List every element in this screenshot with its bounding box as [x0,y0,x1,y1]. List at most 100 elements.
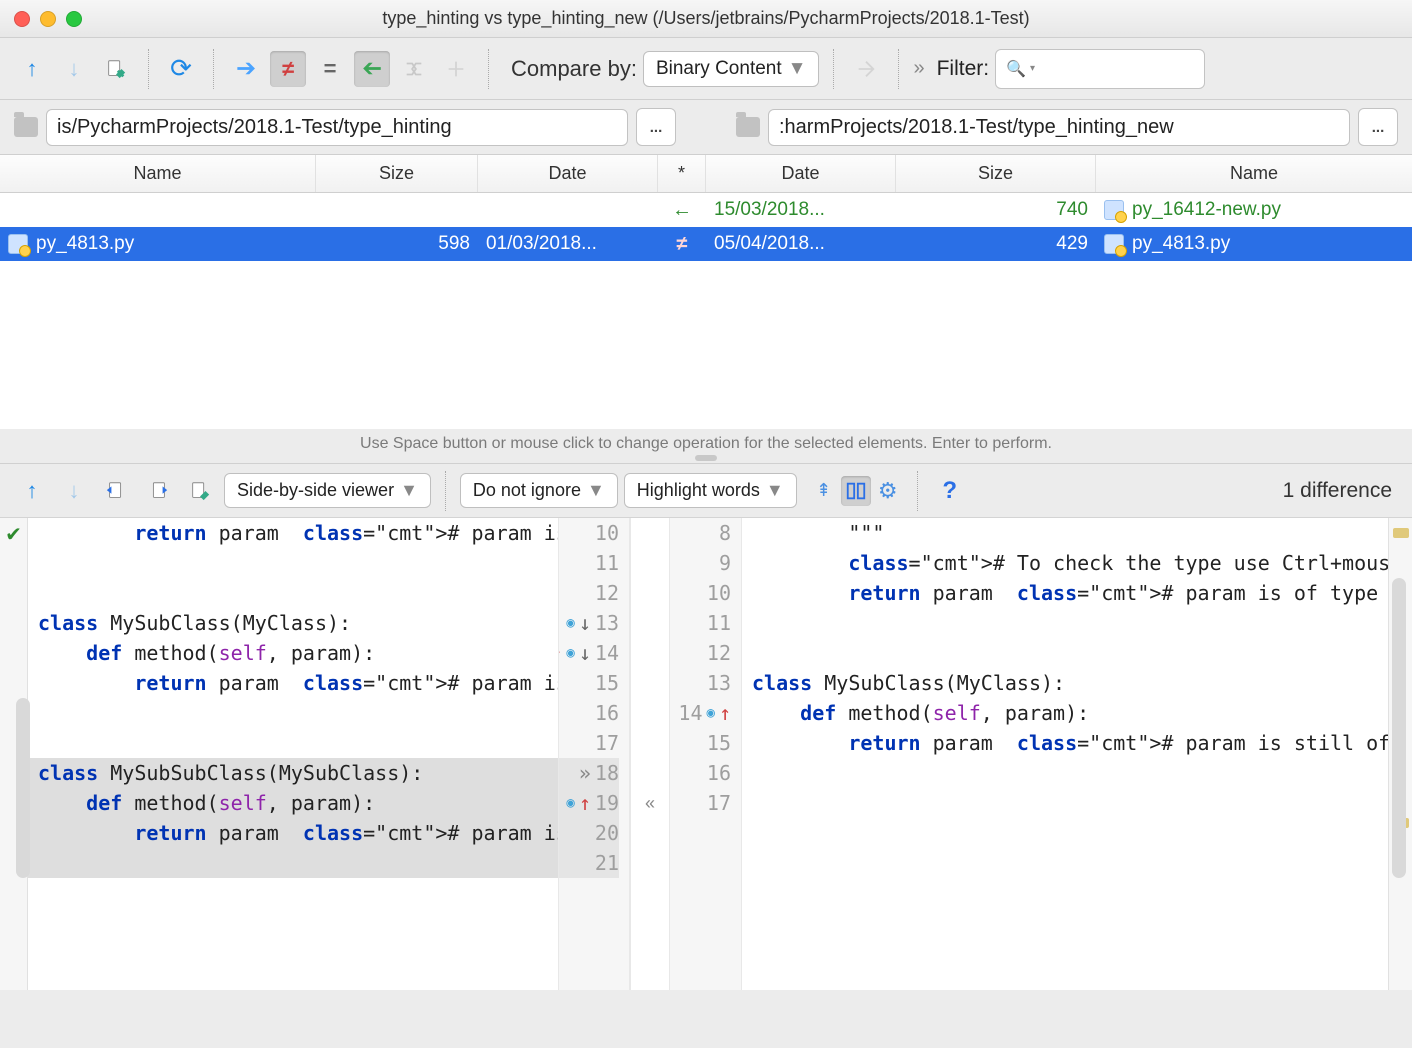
code-line[interactable]: class MySubClass(MyClass): [28,608,558,638]
code-line[interactable] [28,548,558,578]
dropdown-caret-icon: ▼ [788,58,807,80]
cell-name-right: py_16412-new.py [1132,199,1281,221]
merge-icon [403,58,425,80]
code-line[interactable] [742,818,1388,848]
toolbar-separator [488,49,489,89]
highlight-select[interactable]: Highlight words ▼ [624,473,797,508]
jump-source-left-button[interactable] [98,473,134,509]
jump-source-right-button[interactable] [140,473,176,509]
minimize-window-button[interactable] [40,11,56,27]
col-date-left[interactable]: Date [478,155,658,192]
filter-new-right-button[interactable]: ➔ [228,51,264,87]
help-button[interactable]: ? [932,473,968,509]
splitter-handle[interactable] [695,455,717,461]
gutter-line: ◉↓ 13 [559,608,619,638]
edit-diff-button[interactable] [182,473,218,509]
next-difference-button[interactable]: ↓ [56,51,92,87]
filter-label: Filter: [937,57,990,81]
code-line[interactable]: return param class="cmt"># param is stil [28,668,558,698]
toolbar-separator [833,49,834,89]
col-size-right[interactable]: Size [896,155,1096,192]
edit-source-button[interactable] [98,51,134,87]
right-path-input[interactable]: :harmProjects/2018.1-Test/type_hinting_n… [768,109,1350,146]
code-line[interactable]: def method(self, param): [28,788,558,818]
left-path-input[interactable]: is/PycharmProjects/2018.1-Test/type_hint… [46,109,628,146]
filter-different-button[interactable]: ≠ [270,51,306,87]
code-line[interactable]: return param class="cmt"># param is of t… [742,578,1388,608]
col-size-left[interactable]: Size [316,155,478,192]
col-op[interactable]: * [658,155,706,192]
code-line[interactable] [742,638,1388,668]
code-line[interactable]: def method(self, param): [742,698,1388,728]
gutter-line: 10 [670,578,731,608]
compare-by-select[interactable]: Binary Content ▼ [643,51,820,87]
code-line[interactable] [742,788,1388,818]
folder-icon [14,117,38,137]
filter-new-left-button[interactable]: ➔ [354,51,390,87]
collapse-unchanged-button[interactable]: ⇞ [809,476,839,506]
close-window-button[interactable] [14,11,30,27]
toolbar-separator [445,471,446,511]
merge-all-button[interactable] [438,51,474,87]
filter-equal-button[interactable]: = [312,51,348,87]
dropdown-caret-icon: ▼ [766,480,784,501]
stripe-marker[interactable] [1393,528,1409,538]
whitespace-select[interactable]: Do not ignore ▼ [460,473,618,508]
code-line[interactable] [742,608,1388,638]
filter-search-input[interactable]: 🔍 ▾ [995,49,1205,89]
col-name-right[interactable]: Name [1096,155,1412,192]
diff-area: ✔ return param class="cmt"># param is of… [0,518,1412,990]
code-line[interactable] [742,848,1388,878]
gutter-line: ◉↑ ◉↓ 14 [559,638,619,668]
viewer-mode-select[interactable]: Side-by-side viewer ▼ [224,473,431,508]
next-change-button[interactable]: ↓ [56,473,92,509]
op-not-equal-icon[interactable]: ≠ [677,233,688,256]
code-line[interactable] [742,758,1388,788]
code-line[interactable]: def method(self, param): [28,638,558,668]
code-line[interactable]: return param class="cmt"># param is stil [28,818,558,848]
col-date-right[interactable]: Date [706,155,896,192]
folder-icon [736,117,760,137]
code-line[interactable] [28,728,558,758]
code-line[interactable]: class MySubSubClass(MySubClass): [28,758,558,788]
code-line[interactable] [28,698,558,728]
settings-button[interactable]: ⚙ [873,476,903,506]
file-table-header: Name Size Date * Date Size Name [0,155,1412,193]
viewer-mode-value: Side-by-side viewer [237,480,394,501]
gutter-line: 14 ◉↑ [670,698,731,728]
code-line[interactable] [28,578,558,608]
browse-left-button[interactable]: ... [636,108,676,146]
op-arrow-left-icon[interactable]: ← [672,199,692,222]
code-line[interactable]: return param class="cmt"># param is stil… [742,728,1388,758]
prev-change-button[interactable]: ↑ [14,473,50,509]
code-line[interactable]: """ [742,518,1388,548]
zoom-window-button[interactable] [66,11,82,27]
merge-button[interactable] [396,51,432,87]
scrollbar[interactable] [16,698,30,878]
left-code-pane[interactable]: return param class="cmt"># param is of t… [28,518,558,990]
right-line-gutter: 8 9 10 11 12 13 14 ◉↑15 16 17 [670,518,742,990]
code-line[interactable]: class="cmt"># To check the type use Ctrl… [742,548,1388,578]
middle-divider: « [630,518,670,990]
cell-date-right: 05/04/2018... [706,233,896,255]
gutter-line: 8 [670,518,731,548]
hint-bar: Use Space button or mouse click to chang… [0,429,1412,464]
code-line[interactable]: return param class="cmt"># param is of t [28,518,558,548]
not-equal-icon: ≠ [282,56,294,82]
scrollbar[interactable] [1392,578,1406,878]
gutter-line: 12 [559,578,619,608]
code-line[interactable]: class MySubClass(MyClass): [742,668,1388,698]
refresh-button[interactable]: ⟳ [163,51,199,87]
file-row[interactable]: ← 15/03/2018... 740 py_16412-new.py [0,193,1412,227]
file-row[interactable]: py_4813.py 598 01/03/2018... ≠ 05/04/201… [0,227,1412,261]
browse-right-button[interactable]: ... [1358,108,1398,146]
dropdown-caret-icon: ▼ [587,480,605,501]
left-path-cell: is/PycharmProjects/2018.1-Test/type_hint… [14,108,676,146]
code-line[interactable] [28,848,558,878]
prev-difference-button[interactable]: ↑ [14,51,50,87]
sync-scroll-button[interactable] [841,476,871,506]
python-file-icon [1104,234,1124,254]
col-name-left[interactable]: Name [0,155,316,192]
expand-all-button[interactable] [848,51,884,87]
right-code-pane[interactable]: """ class="cmt"># To check the type use … [742,518,1388,990]
